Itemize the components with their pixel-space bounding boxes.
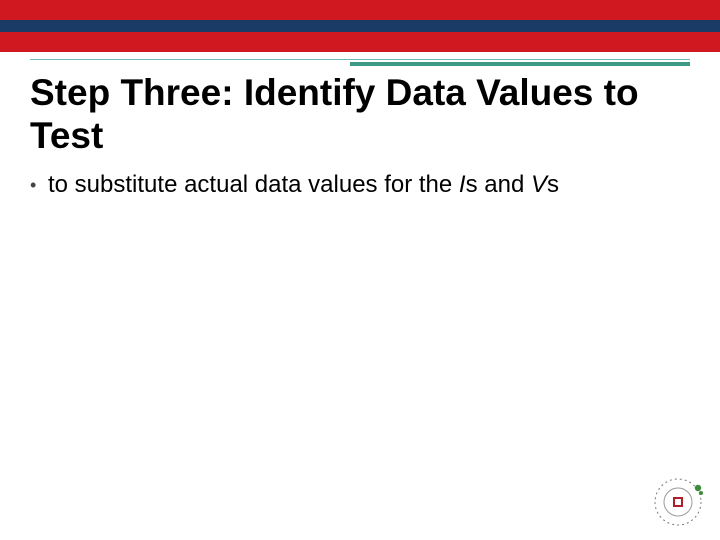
- header-band-navy: [0, 20, 720, 32]
- bullet-icon: •: [30, 170, 48, 200]
- slide-title: Step Three: Identify Data Values to Test: [30, 72, 690, 157]
- list-item: • to substitute actual data values for t…: [30, 170, 670, 200]
- body-content: • to substitute actual data values for t…: [30, 170, 670, 200]
- title-divider: [30, 59, 690, 66]
- university-seal-icon: [650, 474, 706, 530]
- bullet-text: to substitute actual data values for the…: [48, 170, 670, 200]
